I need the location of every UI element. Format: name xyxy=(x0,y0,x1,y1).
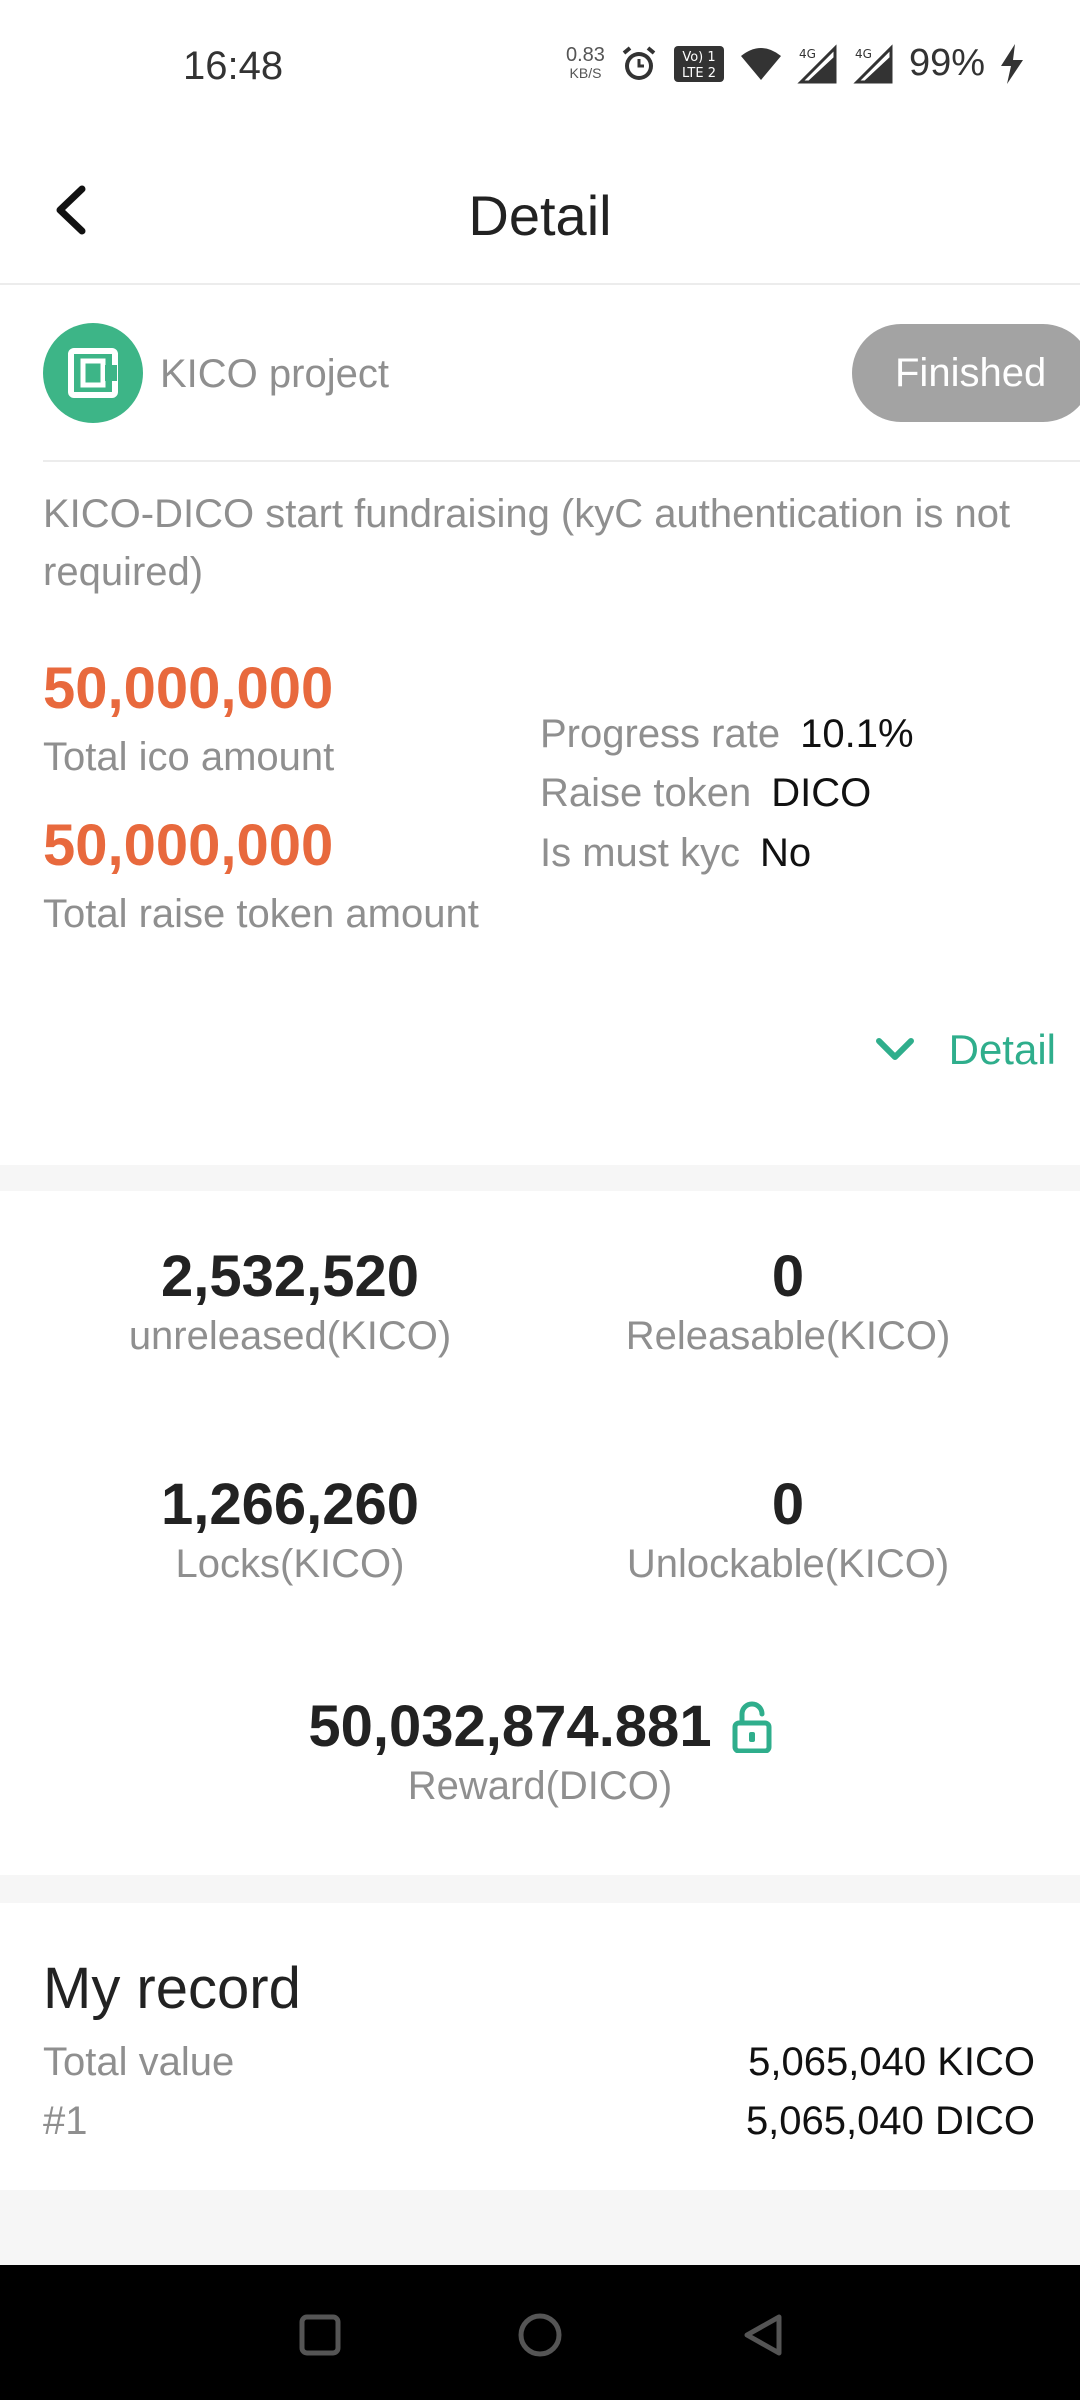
home-icon xyxy=(518,2313,562,2357)
progress-rate-row: Progress rate 10.1% xyxy=(540,712,914,757)
unlockable-label: Unlockable(KICO) xyxy=(626,1542,950,1586)
charging-icon xyxy=(999,43,1025,84)
progress-rate-value: 10.1% xyxy=(800,712,914,756)
unreleased-label: unreleased(KICO) xyxy=(128,1314,452,1358)
project-header: KICO project Finished xyxy=(0,285,1080,460)
chevron-down-icon xyxy=(875,1038,914,1060)
unlock-icon[interactable] xyxy=(732,1701,772,1753)
svg-text:4G: 4G xyxy=(855,47,872,61)
volte-icon: Vo) 1 LTE 2 xyxy=(673,45,725,83)
app-bar: Detail xyxy=(0,135,1080,285)
status-time: 16:48 xyxy=(183,44,284,88)
alarm-icon xyxy=(619,44,659,84)
locks-label: Locks(KICO) xyxy=(175,1542,405,1586)
total-ico-amount-value: 50,000,000 xyxy=(43,656,334,721)
network-speed-value: 0.83 xyxy=(566,43,605,66)
reward-stat: 50,032,874.881 Reward(DICO) xyxy=(0,1693,1080,1809)
releasable-stat: 0 Releasable(KICO) xyxy=(518,1243,1058,1359)
record-row-label: Total value xyxy=(43,2040,235,2084)
unreleased-stat: 2,532,520 unreleased(KICO) xyxy=(20,1243,560,1359)
volte-text-bottom: LTE 2 xyxy=(682,66,716,81)
locks-stat: 1,266,260 Locks(KICO) xyxy=(20,1471,560,1587)
system-nav-bar xyxy=(0,2265,1080,2400)
raise-token-value: DICO xyxy=(771,771,872,815)
bottom-spacer xyxy=(0,2190,1080,2265)
section-divider xyxy=(0,1165,1080,1191)
my-record-title: My record xyxy=(43,1956,301,2021)
record-row: Total value 5,065,040 KICO xyxy=(43,2040,1035,2085)
reward-label: Reward(DICO) xyxy=(407,1764,673,1808)
project-logo-icon xyxy=(68,348,118,398)
network-speed: 0.83 KB/S xyxy=(566,43,605,82)
recents-button[interactable] xyxy=(290,2305,350,2365)
progress-rate-label: Progress rate xyxy=(540,712,781,756)
record-row-label: #1 xyxy=(43,2099,88,2143)
releasable-value: 0 xyxy=(771,1244,805,1309)
record-row-value: 5,065,040 DICO xyxy=(745,2099,1035,2143)
unreleased-value: 2,532,520 xyxy=(160,1244,420,1309)
status-bar: 16:48 0.83 KB/S Vo) 1 LTE 2 4G 4G 99% xyxy=(0,0,1080,135)
unlockable-stat: 0 Unlockable(KICO) xyxy=(518,1471,1058,1587)
section-divider xyxy=(0,1875,1080,1903)
home-button[interactable] xyxy=(510,2305,570,2365)
total-raise-amount-value: 50,000,000 xyxy=(43,813,334,878)
kyc-row: Is must kyc No xyxy=(540,831,811,876)
record-row-value: 5,065,040 KICO xyxy=(748,2040,1035,2084)
raise-token-row: Raise token DICO xyxy=(540,771,871,816)
locks-value: 1,266,260 xyxy=(160,1472,420,1537)
project-name: KICO project xyxy=(160,352,389,396)
status-icons: 0.83 KB/S Vo) 1 LTE 2 4G 4G 99% xyxy=(566,42,1025,85)
recents-icon xyxy=(299,2314,341,2356)
svg-text:4G: 4G xyxy=(799,47,816,61)
raise-token-label: Raise token xyxy=(540,771,752,815)
reward-value: 50,032,874.881 xyxy=(308,1694,712,1759)
page-title: Detail xyxy=(468,184,612,247)
battery-level: 99% xyxy=(908,42,985,84)
back-nav-button[interactable] xyxy=(733,2305,793,2365)
status-badge: Finished xyxy=(852,324,1080,422)
unlockable-value: 0 xyxy=(771,1472,805,1537)
signal-4g-icon: 4G xyxy=(853,43,895,84)
volte-text-top: Vo) 1 xyxy=(682,50,715,65)
kyc-label: Is must kyc xyxy=(540,831,741,875)
wifi-icon xyxy=(739,46,783,82)
divider xyxy=(43,460,1080,462)
releasable-label: Releasable(KICO) xyxy=(625,1314,951,1358)
project-logo xyxy=(43,323,143,423)
detail-toggle-label: Detail xyxy=(948,1026,1056,1073)
back-triangle-icon xyxy=(744,2314,782,2356)
project-description: KICO-DICO start fundraising (kyC authent… xyxy=(43,492,1011,594)
record-row: #1 5,065,040 DICO xyxy=(43,2099,1035,2144)
signal-4g-icon: 4G xyxy=(797,43,839,84)
detail-toggle-button[interactable]: Detail xyxy=(875,1026,1056,1074)
total-ico-amount-label: Total ico amount xyxy=(43,735,335,779)
kyc-value: No xyxy=(760,831,812,875)
network-speed-unit: KB/S xyxy=(569,64,602,81)
total-raise-amount-label: Total raise token amount xyxy=(43,892,479,936)
